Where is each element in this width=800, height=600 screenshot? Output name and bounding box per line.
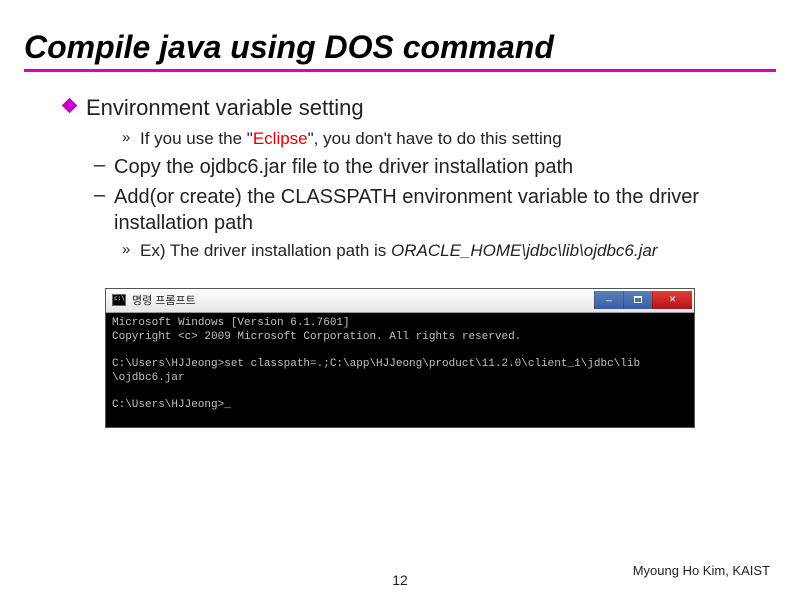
terminal-line-2: Copyright <c> 2009 Microsoft Corporation… [112,331,521,343]
title-underline [24,69,776,72]
terminal-titlebar: 명령 프롬프트 [106,289,694,313]
bullet-env-var-text: Environment variable setting [86,95,364,120]
author-footer: Myoung Ho Kim, KAIST [633,563,770,578]
eclipse-highlight: Eclipse [253,129,308,148]
slide-title: Compile java using DOS command [24,30,776,65]
terminal-line-5: C:\Users\HJJeong> [112,399,224,411]
bullet-copy-jar: Copy the ojdbc6.jar file to the driver i… [94,154,746,180]
terminal-line-1: Microsoft Windows [Version 6.1.7601] [112,317,350,329]
bullet-env-var: Environment variable setting [64,94,746,122]
eclipse-note-pre: If you use the " [140,129,253,148]
maximize-button[interactable] [623,291,652,309]
minimize-button[interactable] [594,291,623,309]
window-controls [594,291,692,309]
terminal-body: Microsoft Windows [Version 6.1.7601] Cop… [106,313,694,427]
eclipse-note-post: ", you don't have to do this setting [308,129,562,148]
example-prefix: Ex) The driver installation path is [140,241,391,260]
terminal-title: 명령 프롬프트 [132,292,196,308]
bullet-eclipse-note: If you use the "Eclipse", you don't have… [122,128,746,150]
diamond-icon [62,98,78,114]
close-button[interactable] [652,291,692,309]
bullet-classpath: Add(or create) the CLASSPATH environment… [94,184,746,236]
cmd-icon [112,294,126,306]
bullet-example-path: Ex) The driver installation path is ORAC… [122,240,746,262]
cursor-icon: _ [224,399,231,411]
terminal-line-4: \ojdbc6.jar [112,372,185,384]
slide-content: Environment variable setting If you use … [24,94,776,262]
example-path: ORACLE_HOME\jdbc\lib\ojdbc6.jar [391,241,657,260]
terminal-window: 명령 프롬프트 Microsoft Windows [Version 6.1.7… [105,288,695,428]
terminal-line-3: C:\Users\HJJeong>set classpath=.;C:\app\… [112,358,640,370]
